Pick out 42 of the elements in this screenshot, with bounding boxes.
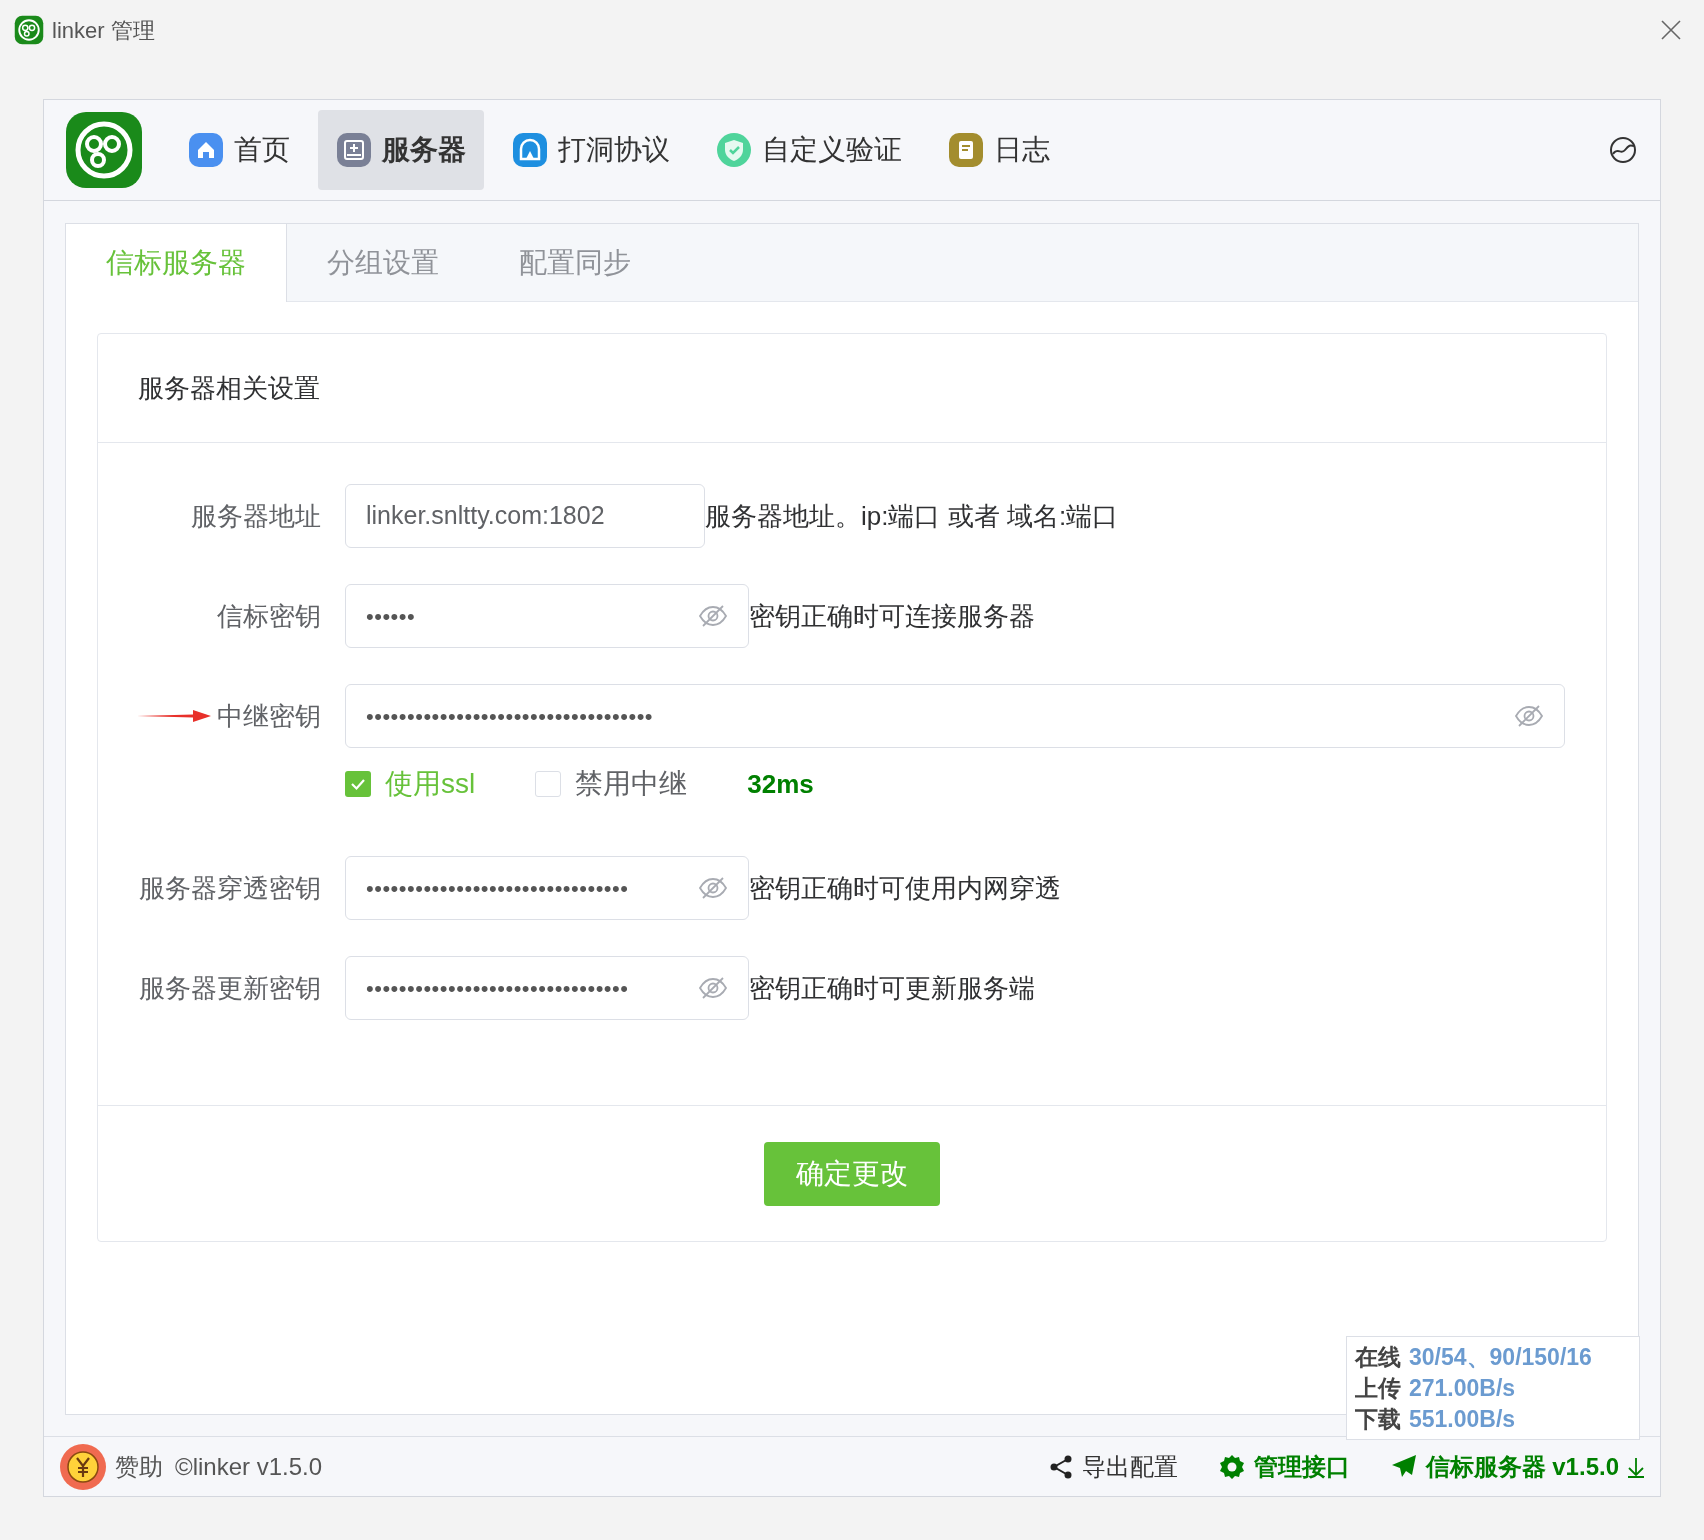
coin-icon: [59, 1442, 107, 1491]
latency-text: 32ms: [747, 767, 814, 801]
field-label: 服务器更新密钥: [139, 971, 321, 1005]
status-value: 271.00B/s: [1409, 1373, 1516, 1403]
sponsor-button[interactable]: 赞助: [59, 1442, 163, 1491]
window-title: linker 管理: [52, 16, 155, 45]
nav-tab[interactable]: 日志: [930, 110, 1068, 190]
password-field[interactable]: ••••••••••••••••••••••••••••••••: [345, 956, 749, 1020]
password-field[interactable]: ••••••••••••••••••••••••••••••••: [345, 856, 749, 920]
card-title: 服务器相关设置: [138, 371, 320, 405]
field-label: 服务器地址: [191, 499, 321, 533]
settings-icon: [1217, 1452, 1246, 1481]
password-field[interactable]: ••••••: [345, 584, 749, 648]
status-label: 上传: [1355, 1373, 1401, 1403]
nav-tab[interactable]: 首页: [170, 110, 308, 190]
checkbox-box[interactable]: [535, 771, 562, 797]
field-hint: 密钥正确时可连接服务器: [749, 599, 1035, 633]
nav-tab[interactable]: 自定义验证: [698, 110, 920, 190]
app-logo-icon: [14, 15, 44, 45]
status-label: 在线: [1355, 1342, 1401, 1372]
footer-link[interactable]: 信标服务器 v1.5.0: [1389, 1448, 1645, 1485]
field-label: 中继密钥: [217, 699, 321, 733]
checkbox[interactable]: 禁用中继: [535, 763, 688, 805]
nav-tab[interactable]: 打洞协议: [494, 110, 688, 190]
footer-link[interactable]: 导出配置: [1047, 1448, 1178, 1485]
footer-link[interactable]: 管理接口: [1217, 1448, 1350, 1485]
status-value: 551.00B/s: [1409, 1404, 1516, 1434]
field-label: 信标密钥: [217, 599, 321, 633]
copyright-text: ©linker v1.5.0: [175, 1451, 323, 1482]
password-field[interactable]: •••••••••••••••••••••••••••••••••••: [345, 684, 1565, 748]
input-field[interactable]: linker.snltty.com:1802: [345, 484, 705, 548]
field-hint: 密钥正确时可使用内网穿透: [749, 871, 1061, 905]
theme-toggle-icon[interactable]: [1607, 134, 1639, 166]
status-label: 下载: [1355, 1404, 1401, 1434]
download-icon: [1627, 1455, 1645, 1478]
nav-tab[interactable]: 服务器: [318, 110, 484, 190]
app-logo-icon: [64, 110, 144, 190]
status-value: 30/54、90/150/16: [1409, 1342, 1592, 1372]
field-label: 服务器穿透密钥: [139, 871, 321, 905]
field-hint: 密钥正确时可更新服务端: [749, 971, 1035, 1005]
field-hint: 服务器地址。ip:端口 或者 域名:端口: [705, 499, 1119, 533]
checkbox-box[interactable]: [345, 771, 371, 797]
